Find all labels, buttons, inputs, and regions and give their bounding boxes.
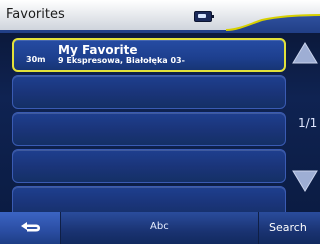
keyboard-mode-label[interactable]: Abc	[150, 221, 169, 232]
back-button[interactable]	[0, 212, 61, 244]
favorite-address: 9 Ekspresowa, Białołęka 03-	[58, 56, 185, 65]
distance-label: 30m	[26, 55, 46, 64]
page-indicator: 1/1	[298, 116, 318, 130]
list-item[interactable]	[12, 112, 286, 146]
favorites-list: 30m My Favorite 9 Ekspresowa, Białołęka …	[12, 38, 286, 223]
search-button[interactable]: Search	[258, 212, 320, 244]
battery-icon	[194, 11, 214, 22]
favorite-name: My Favorite	[58, 43, 138, 57]
list-item[interactable]	[12, 149, 286, 183]
list-item[interactable]	[12, 75, 286, 109]
scroll-up-arrow-icon[interactable]	[292, 42, 318, 64]
list-item[interactable]: 30m My Favorite 9 Ekspresowa, Białołęka …	[12, 38, 286, 72]
favorites-screen: Favorites 30m My Favorite 9 Ekspresowa, …	[0, 0, 320, 244]
page-title: Favorites	[6, 7, 65, 22]
search-label: Search	[269, 221, 307, 234]
header: Favorites	[0, 0, 320, 33]
back-arrow-icon	[21, 222, 40, 232]
bottom-bar: Abc Search	[0, 212, 320, 244]
scroll-down-arrow-icon[interactable]	[292, 170, 318, 192]
